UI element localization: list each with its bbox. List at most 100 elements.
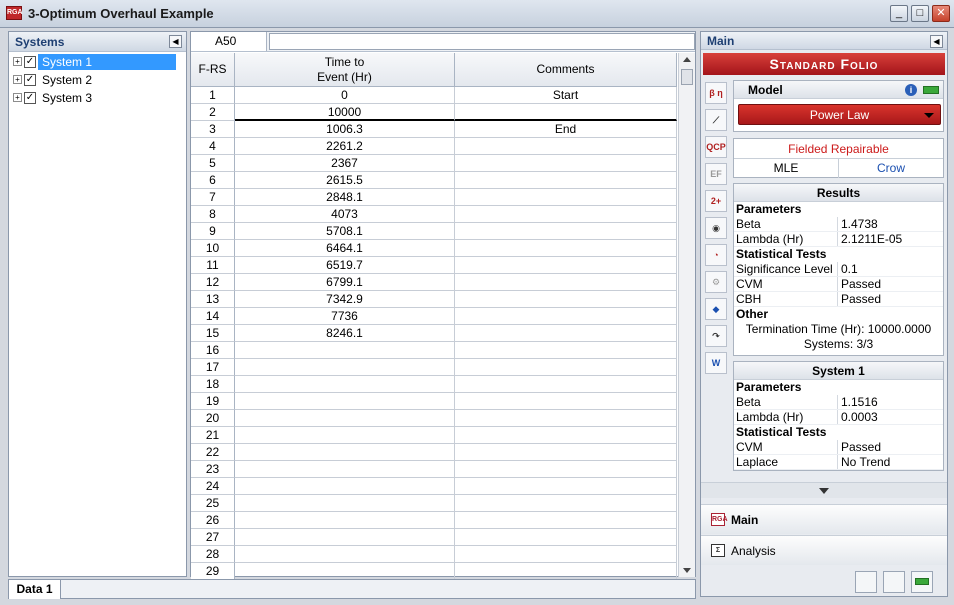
header-comments[interactable]: Comments bbox=[455, 53, 677, 87]
tree-item-system-1[interactable]: + ✓ System 1 bbox=[9, 52, 186, 70]
system-checkbox[interactable]: ✓ bbox=[24, 91, 36, 104]
comment-cell[interactable] bbox=[455, 427, 677, 444]
system-checkbox[interactable]: ✓ bbox=[24, 73, 36, 86]
time-cell[interactable] bbox=[235, 546, 455, 563]
comment-cell[interactable] bbox=[455, 189, 677, 206]
comment-cell[interactable] bbox=[455, 104, 677, 121]
nav-analysis[interactable]: Σ Analysis bbox=[701, 535, 947, 565]
header-time[interactable]: Time to Event (Hr) bbox=[235, 53, 455, 87]
time-cell[interactable]: 5708.1 bbox=[235, 223, 455, 240]
row-number[interactable]: 1 bbox=[191, 87, 235, 104]
cell-ref-box[interactable]: A50 bbox=[191, 32, 267, 51]
row-number[interactable]: 27 bbox=[191, 529, 235, 546]
grid-scrollbar[interactable] bbox=[678, 53, 695, 577]
comment-cell[interactable] bbox=[455, 274, 677, 291]
expand-icon[interactable]: + bbox=[13, 75, 22, 85]
header-frs[interactable]: F-RS bbox=[191, 53, 235, 87]
time-cell[interactable] bbox=[235, 427, 455, 444]
row-number[interactable]: 28 bbox=[191, 546, 235, 563]
run-icon[interactable]: ◆ bbox=[705, 298, 727, 320]
comment-cell[interactable] bbox=[455, 325, 677, 342]
time-cell[interactable]: 2615.5 bbox=[235, 172, 455, 189]
comment-cell[interactable] bbox=[455, 461, 677, 478]
comment-cell[interactable] bbox=[455, 240, 677, 257]
time-cell[interactable]: 4073 bbox=[235, 206, 455, 223]
comment-cell[interactable] bbox=[455, 410, 677, 427]
weibull-icon[interactable]: W bbox=[705, 352, 727, 374]
ef-icon[interactable]: EF bbox=[705, 163, 727, 185]
row-number[interactable]: 16 bbox=[191, 342, 235, 359]
time-cell[interactable] bbox=[235, 444, 455, 461]
comment-cell[interactable] bbox=[455, 512, 677, 529]
comment-cell[interactable] bbox=[455, 478, 677, 495]
row-number[interactable]: 6 bbox=[191, 172, 235, 189]
comment-cell[interactable] bbox=[455, 206, 677, 223]
time-cell[interactable] bbox=[235, 342, 455, 359]
comment-cell[interactable] bbox=[455, 359, 677, 376]
time-cell[interactable]: 2261.2 bbox=[235, 138, 455, 155]
tree-item-system-2[interactable]: + ✓ System 2 bbox=[9, 70, 186, 88]
expand-icon[interactable]: + bbox=[13, 93, 22, 103]
time-cell[interactable] bbox=[235, 512, 455, 529]
row-number[interactable]: 13 bbox=[191, 291, 235, 308]
results-scroll-down[interactable] bbox=[701, 482, 947, 498]
comment-cell[interactable] bbox=[455, 308, 677, 325]
row-number[interactable]: 20 bbox=[191, 410, 235, 427]
comment-cell[interactable] bbox=[455, 257, 677, 274]
time-cell[interactable] bbox=[235, 393, 455, 410]
tab-data-1[interactable]: Data 1 bbox=[9, 580, 61, 599]
row-number[interactable]: 9 bbox=[191, 223, 235, 240]
row-number[interactable]: 22 bbox=[191, 444, 235, 461]
time-cell[interactable]: 6799.1 bbox=[235, 274, 455, 291]
redo-icon[interactable]: ↷ bbox=[705, 325, 727, 347]
calculate-icon[interactable] bbox=[923, 86, 939, 94]
formula-input[interactable] bbox=[269, 33, 695, 50]
row-number[interactable]: 12 bbox=[191, 274, 235, 291]
time-cell[interactable]: 1006.3 bbox=[235, 121, 455, 138]
calculate-bottom-icon[interactable] bbox=[911, 571, 933, 593]
row-number[interactable]: 5 bbox=[191, 155, 235, 172]
row-number[interactable]: 10 bbox=[191, 240, 235, 257]
system-checkbox[interactable]: ✓ bbox=[24, 55, 36, 68]
time-cell[interactable] bbox=[235, 478, 455, 495]
model-select[interactable]: Power Law bbox=[738, 104, 941, 125]
comment-cell[interactable] bbox=[455, 291, 677, 308]
row-number[interactable]: 11 bbox=[191, 257, 235, 274]
time-cell[interactable]: 10000 bbox=[235, 104, 455, 121]
row-number[interactable]: 25 bbox=[191, 495, 235, 512]
time-cell[interactable] bbox=[235, 529, 455, 546]
comment-cell[interactable] bbox=[455, 393, 677, 410]
submodel-crow[interactable]: Crow bbox=[839, 159, 943, 178]
time-cell[interactable]: 2367 bbox=[235, 155, 455, 172]
view-icon[interactable]: ◉ bbox=[705, 217, 727, 239]
gauge-icon[interactable]: ◔ bbox=[705, 244, 727, 266]
comment-cell[interactable] bbox=[455, 563, 677, 580]
comment-cell[interactable] bbox=[455, 155, 677, 172]
comment-cell[interactable] bbox=[455, 529, 677, 546]
comment-cell[interactable] bbox=[455, 495, 677, 512]
time-cell[interactable]: 2848.1 bbox=[235, 189, 455, 206]
time-cell[interactable] bbox=[235, 563, 455, 580]
wizard-icon[interactable] bbox=[883, 571, 905, 593]
qcp-icon[interactable]: QCP bbox=[705, 136, 727, 158]
method-mle[interactable]: MLE bbox=[734, 159, 839, 178]
comment-cell[interactable] bbox=[455, 172, 677, 189]
data-type-label[interactable]: Fielded Repairable bbox=[734, 139, 943, 159]
calculator-icon[interactable]: 2+ bbox=[705, 190, 727, 212]
row-number[interactable]: 15 bbox=[191, 325, 235, 342]
row-number[interactable]: 8 bbox=[191, 206, 235, 223]
collapse-right-icon[interactable]: ◀ bbox=[930, 35, 943, 48]
row-number[interactable]: 17 bbox=[191, 359, 235, 376]
collapse-left-icon[interactable]: ◀ bbox=[169, 35, 182, 48]
time-cell[interactable]: 8246.1 bbox=[235, 325, 455, 342]
plot-icon[interactable]: ⟋ bbox=[705, 109, 727, 131]
row-number[interactable]: 2 bbox=[191, 104, 235, 121]
row-number[interactable]: 29 bbox=[191, 563, 235, 580]
expand-icon[interactable]: + bbox=[13, 57, 22, 67]
time-cell[interactable]: 6464.1 bbox=[235, 240, 455, 257]
row-number[interactable]: 18 bbox=[191, 376, 235, 393]
parameters-icon[interactable]: β η bbox=[705, 82, 727, 104]
time-cell[interactable] bbox=[235, 359, 455, 376]
comment-cell[interactable] bbox=[455, 342, 677, 359]
time-cell[interactable]: 7342.9 bbox=[235, 291, 455, 308]
